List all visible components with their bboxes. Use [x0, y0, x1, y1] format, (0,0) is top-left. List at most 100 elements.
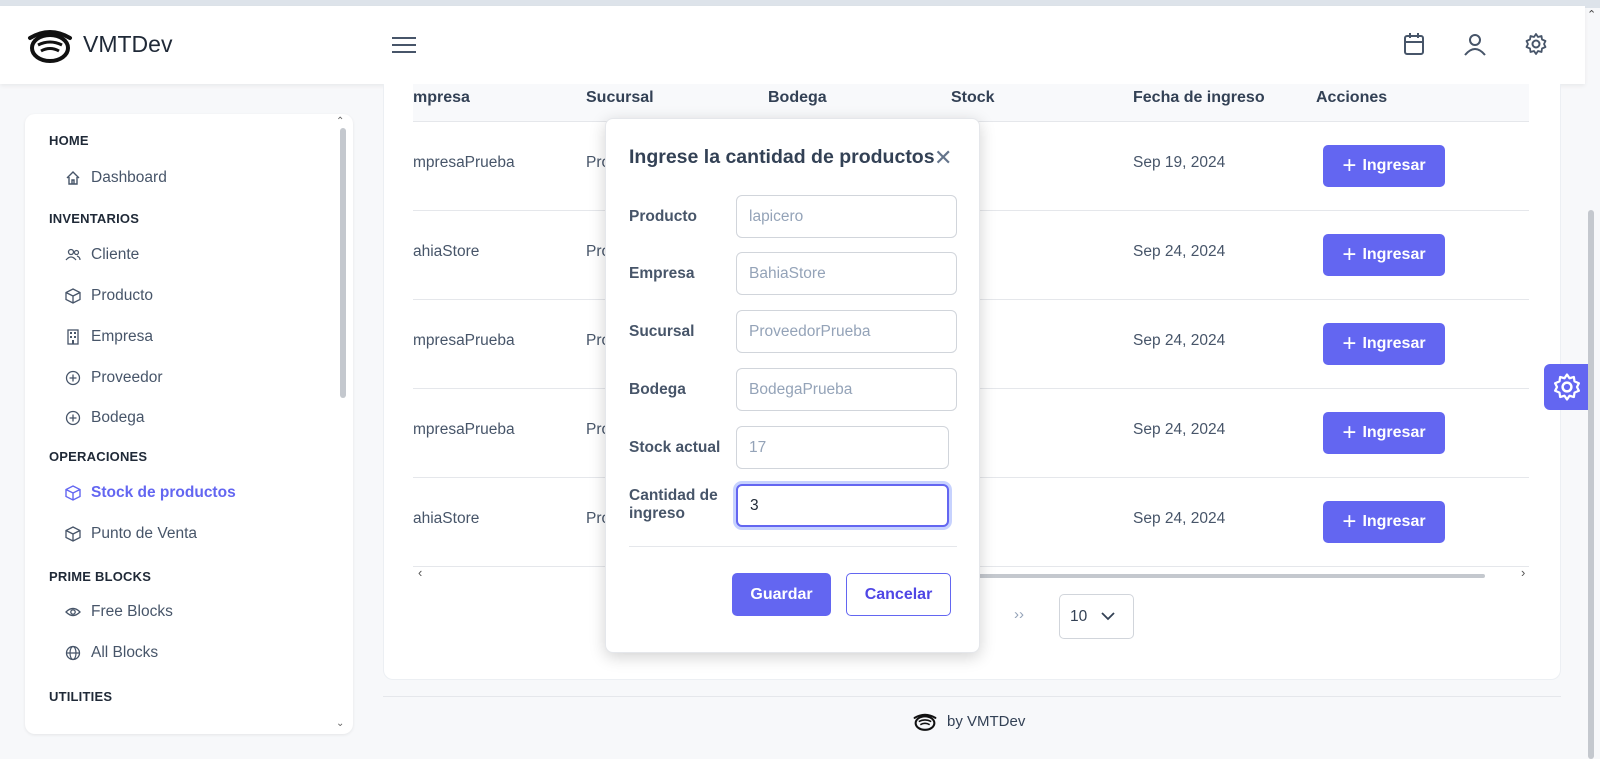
column-header-fecha[interactable]: Fecha de ingreso [1133, 89, 1265, 119]
column-header-empresa[interactable]: mpresa [413, 89, 470, 119]
ingresar-label: Ingresar [1362, 335, 1426, 352]
config-panel-button[interactable] [1544, 364, 1590, 410]
sidebar-item-all-blocks[interactable]: All Blocks [65, 641, 158, 665]
rows-per-page-select[interactable]: 10 [1059, 594, 1134, 639]
gear-icon [1554, 373, 1580, 401]
user-icon [1464, 34, 1486, 56]
section-title-operaciones: OPERACIONES [49, 449, 148, 464]
plus-icon: + [1342, 152, 1357, 179]
sidebar-scroll-up-arrow[interactable]: ⌃ [336, 116, 344, 127]
logo-icon [28, 30, 72, 63]
cell-empresa: ahiaStore [413, 510, 480, 527]
sidebar-item-label: All Blocks [91, 644, 159, 661]
ingresar-label: Ingresar [1362, 246, 1426, 263]
cell-fecha: Sep 24, 2024 [1133, 421, 1226, 438]
scroll-right-arrow[interactable]: › [1521, 565, 1525, 580]
dialog-divider [629, 546, 957, 547]
sidebar-item-label: Proveedor [91, 369, 163, 386]
sidebar-item-label: Producto [91, 287, 154, 304]
stock-actual-field[interactable]: 17 [736, 426, 949, 469]
cell-fecha: Sep 24, 2024 [1133, 243, 1226, 260]
column-header-sucursal[interactable]: Sucursal [586, 89, 654, 119]
field-label-empresa: Empresa [629, 265, 695, 282]
cell-empresa: mpresaPrueba [413, 332, 515, 349]
ingresar-button[interactable]: + Ingresar [1323, 234, 1445, 276]
ingresar-button[interactable]: + Ingresar [1323, 412, 1445, 454]
field-label-cantidad-de-ingreso: Cantidad de ingreso [629, 487, 718, 522]
ingresar-label: Ingresar [1362, 424, 1426, 441]
horizontal-scroll-thumb[interactable] [953, 574, 1485, 578]
sidebar-scrollbar[interactable] [340, 128, 346, 398]
building-icon [67, 329, 79, 345]
cell-fecha: Sep 19, 2024 [1133, 154, 1226, 171]
settings-button[interactable] [1524, 32, 1548, 56]
guardar-button[interactable]: Guardar [732, 573, 831, 616]
sidebar-item-label: Dashboard [91, 169, 167, 186]
logo-icon [913, 713, 937, 731]
page-scrollbar[interactable] [1588, 210, 1594, 759]
empresa-field[interactable]: BahiaStore [736, 252, 957, 295]
field-label-bodega: Bodega [629, 381, 686, 398]
sidebar-item-producto[interactable]: Producto [65, 284, 153, 308]
cancelar-button[interactable]: Cancelar [846, 573, 951, 616]
last-page-button[interactable]: ›› [1014, 606, 1024, 623]
sidebar-item-punto-de-venta[interactable]: Punto de Venta [65, 522, 197, 546]
bodega-field[interactable]: BodegaPrueba [736, 368, 957, 411]
plus-icon: + [1342, 330, 1357, 357]
menu-toggle-button[interactable] [392, 36, 416, 59]
footer-text: by VMTDev [947, 712, 1026, 730]
field-label-stock-actual: Stock actual [629, 439, 721, 456]
sidebar: HOME Dashboard INVENTARIOS Cliente Produ… [25, 114, 353, 734]
box-icon [65, 288, 81, 304]
ingresar-button[interactable]: + Ingresar [1323, 501, 1445, 543]
logo[interactable]: VMTDev [25, 24, 172, 64]
cantidad-de-ingreso-field[interactable]: 3 [736, 484, 949, 527]
ingresar-button[interactable]: + Ingresar [1323, 323, 1445, 365]
column-header-stock[interactable]: Stock [951, 89, 995, 119]
section-title-utilities: UTILITIES [49, 689, 113, 704]
scroll-left-arrow[interactable]: ‹ [418, 565, 422, 580]
calendar-button[interactable] [1403, 32, 1425, 56]
sidebar-item-label: Bodega [91, 409, 145, 426]
table-header: mpresa Sucursal Bodega Stock Fecha de in… [413, 84, 1529, 122]
sidebar-item-label: Empresa [91, 328, 154, 345]
ingresar-button[interactable]: + Ingresar [1323, 145, 1445, 187]
ingresar-label: Ingresar [1362, 157, 1426, 174]
hamburger-icon [392, 37, 416, 53]
globe-icon [65, 645, 81, 661]
user-button[interactable] [1463, 32, 1487, 56]
field-label-sucursal: Sucursal [629, 323, 695, 340]
sidebar-item-bodega[interactable]: Bodega [65, 406, 144, 430]
eye-icon [65, 607, 81, 617]
sidebar-item-dashboard[interactable]: Dashboard [65, 166, 167, 190]
sucursal-field[interactable]: ProveedorPrueba [736, 310, 957, 353]
sidebar-item-free-blocks[interactable]: Free Blocks [65, 600, 173, 624]
close-icon[interactable]: ✕ [934, 147, 952, 169]
section-title-inventarios: INVENTARIOS [49, 211, 140, 226]
section-title-home: HOME [49, 133, 89, 148]
cell-empresa: mpresaPrueba [413, 154, 515, 171]
page-scroll-up-arrow[interactable]: ⌃ [1587, 8, 1596, 21]
plus-icon: + [1342, 508, 1357, 535]
sidebar-scroll-down-arrow[interactable]: ⌄ [336, 718, 344, 729]
column-header-bodega[interactable]: Bodega [768, 89, 827, 119]
sidebar-item-proveedor[interactable]: Proveedor [65, 366, 163, 390]
plus-circle-icon [65, 410, 81, 426]
sidebar-item-stock-de-productos[interactable]: Stock de productos [65, 481, 236, 505]
ingresar-label: Ingresar [1362, 513, 1426, 530]
plus-icon: + [1342, 419, 1357, 446]
sidebar-item-label: Stock de productos [91, 484, 236, 501]
gear-icon [1525, 33, 1547, 55]
sidebar-item-label: Cliente [91, 246, 140, 263]
sidebar-item-cliente[interactable]: Cliente [65, 243, 139, 267]
cell-empresa: ahiaStore [413, 243, 480, 260]
section-title-prime-blocks: PRIME BLOCKS [49, 569, 152, 584]
column-header-acciones: Acciones [1316, 89, 1388, 106]
rows-per-page-value: 10 [1070, 607, 1088, 625]
cell-empresa: mpresaPrueba [413, 421, 515, 438]
producto-field[interactable]: lapicero [736, 195, 957, 238]
sidebar-item-empresa[interactable]: Empresa [65, 325, 153, 349]
field-label-producto: Producto [629, 208, 698, 225]
home-icon [66, 171, 80, 185]
dialog-title: Ingrese la cantidad de productos [629, 146, 935, 168]
